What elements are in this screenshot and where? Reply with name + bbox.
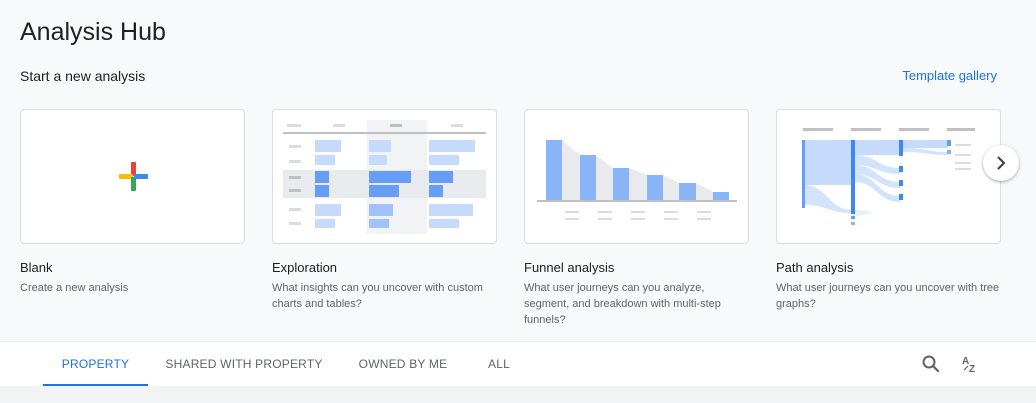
card-funnel-analysis[interactable]: Funnel analysis What user journeys can y…: [524, 109, 749, 328]
template-gallery-link[interactable]: Template gallery: [902, 68, 997, 83]
page-title: Analysis Hub: [20, 18, 166, 46]
card-description: What user journeys can you uncover with …: [776, 282, 1000, 310]
tab-shared-with-property[interactable]: SHARED WITH PROPERTY: [160, 342, 328, 386]
analysis-tabs: PROPERTY SHARED WITH PROPERTY OWNED BY M…: [0, 341, 1036, 387]
funnel-preview: [537, 140, 737, 220]
chevron-right-icon: [997, 156, 1005, 170]
card-path-analysis[interactable]: Path analysis What user journeys can you…: [776, 109, 1001, 312]
card-path-thumbnail[interactable]: [776, 109, 1001, 244]
card-title: Exploration: [272, 260, 338, 275]
card-description: What insights can you uncover with custo…: [272, 282, 483, 310]
card-blank[interactable]: Blank Create a new analysis: [20, 109, 245, 296]
card-exploration[interactable]: Exploration What insights can you uncove…: [272, 109, 497, 312]
card-title: Blank: [20, 260, 53, 275]
tab-property[interactable]: PROPERTY: [43, 342, 148, 386]
card-description: Create a new analysis: [20, 282, 129, 294]
card-title: Funnel analysis: [524, 260, 615, 275]
card-exploration-thumbnail[interactable]: [272, 109, 497, 244]
plus-icon: [119, 162, 148, 191]
card-blank-thumbnail[interactable]: [20, 109, 245, 244]
card-title: Path analysis: [776, 260, 854, 275]
list-area: [0, 386, 1036, 403]
tab-all[interactable]: ALL: [478, 342, 520, 386]
section-subtitle: Start a new analysis: [20, 68, 146, 84]
path-preview: [802, 128, 975, 225]
sort-az-icon[interactable]: A Z: [960, 354, 980, 374]
exploration-preview: [283, 120, 486, 234]
svg-text:Z: Z: [969, 364, 975, 374]
card-funnel-thumbnail[interactable]: [524, 109, 749, 244]
tab-owned-by-me[interactable]: OWNED BY ME: [350, 342, 456, 386]
carousel-next-button[interactable]: [983, 145, 1019, 181]
search-icon[interactable]: [921, 354, 941, 374]
card-description: What user journeys can you analyze, segm…: [524, 282, 721, 326]
